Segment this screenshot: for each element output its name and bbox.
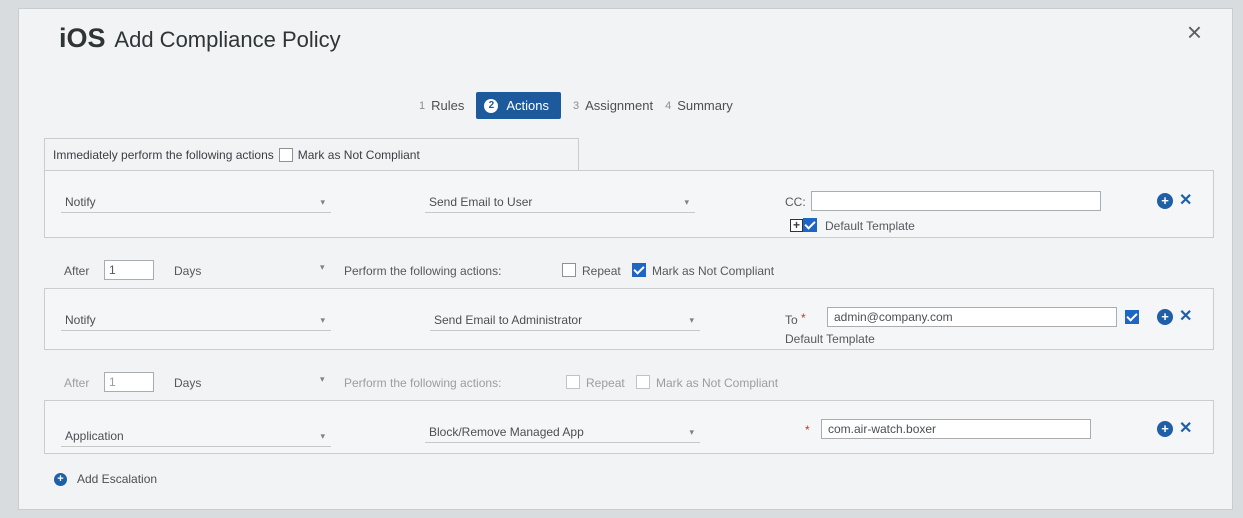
action-row-3: Application ▾ Block/Remove Managed App ▾… [44,400,1214,454]
chevron-down-icon: ▾ [320,262,325,272]
remove-action-icon[interactable]: ✕ [1179,418,1192,438]
immediate-mark-not-compliant-checkbox[interactable] [278,147,293,162]
perform-actions-label: Perform the following actions: [344,264,502,278]
step-number: 4 [665,99,672,112]
plus-circle-icon: + [54,472,67,486]
add-escalation-button[interactable]: + Add Escalation [54,472,157,486]
required-asterisk-icon: * [801,311,806,325]
after-label: After [64,264,90,278]
action-row-1: Notify ▾ Send Email to User ▾ CC: + Defa… [44,170,1214,238]
action-select[interactable]: Send Email to Administrator ▾ [430,309,700,331]
cc-input[interactable] [811,191,1101,211]
cc-label: CC: [785,195,806,209]
step-number: 2 [484,98,499,113]
after-days-input[interactable]: 1 [104,260,154,280]
mark-not-compliant-checkbox[interactable] [632,263,646,277]
chevron-down-icon: ▾ [689,315,694,325]
action-row-2: Notify ▾ Send Email to Administrator ▾ T… [44,288,1214,350]
action-type-value: Notify [65,195,96,209]
expand-plus-icon[interactable]: + [790,219,803,232]
chevron-down-icon: ▾ [320,315,325,325]
step-actions[interactable]: 2 Actions [476,92,562,119]
remove-action-icon[interactable]: ✕ [1179,306,1192,326]
step-label: Actions [506,98,550,113]
perform-actions-label: Perform the following actions: [344,376,502,390]
immediate-actions-label: Immediately perform the following action… [53,147,274,162]
days-unit-select[interactable]: Days [174,376,201,390]
repeat-label: Repeat [586,376,625,390]
chevron-down-icon: ▾ [684,197,689,207]
edit-template-checkbox[interactable] [1125,310,1139,324]
add-action-icon[interactable]: + [1157,309,1173,325]
default-template-checkbox[interactable] [803,218,817,232]
action-select[interactable]: Send Email to User ▾ [425,191,695,213]
days-unit-select[interactable]: Days [174,264,201,278]
step-summary[interactable]: 4 Summary [665,98,733,113]
chevron-down-icon: ▾ [320,431,325,441]
to-label: To [785,313,798,327]
action-value: Send Email to Administrator [434,313,583,327]
wizard-steps: 1 Rules 2 Actions 3 Assignment 4 Summary [419,92,745,119]
add-action-icon[interactable]: + [1157,421,1173,437]
add-action-icon[interactable]: + [1157,193,1173,209]
default-template-label: Default Template [825,219,915,233]
step-label: Rules [431,98,465,113]
after-label: After [64,376,90,390]
immediate-mark-not-compliant-label: Mark as Not Compliant [297,147,420,162]
repeat-checkbox[interactable] [566,375,580,389]
action-type-value: Application [65,429,124,443]
add-escalation-label: Add Escalation [77,472,158,486]
close-icon[interactable]: × [1187,17,1202,48]
step-label: Summary [677,98,733,113]
step-rules[interactable]: 1 Rules [419,98,464,113]
escalation-row-1: After 1 Days ▾ Perform the following act… [44,256,844,286]
step-assignment[interactable]: 3 Assignment [573,98,653,113]
action-type-value: Notify [65,313,96,327]
title-platform: iOS [59,23,106,53]
step-number: 3 [573,99,580,112]
title-text: Add Compliance Policy [114,27,341,52]
action-value: Block/Remove Managed App [429,425,584,439]
action-type-select[interactable]: Application ▾ [61,425,331,447]
repeat-label: Repeat [582,264,621,278]
action-type-select[interactable]: Notify ▾ [61,309,331,331]
action-select[interactable]: Block/Remove Managed App ▾ [425,421,700,443]
app-identifier-input[interactable]: com.air-watch.boxer [821,419,1091,439]
mark-not-compliant-label: Mark as Not Compliant [656,376,779,390]
action-value: Send Email to User [429,195,533,209]
escalation-row-2: After 1 Days ▾ Perform the following act… [44,368,844,398]
remove-action-icon[interactable]: ✕ [1179,190,1192,210]
dialog-title: iOS Add Compliance Policy [59,23,341,54]
chevron-down-icon: ▾ [689,427,694,437]
step-number: 1 [419,99,426,112]
action-type-select[interactable]: Notify ▾ [61,191,331,213]
to-email-input[interactable]: admin@company.com [827,307,1117,327]
repeat-checkbox[interactable] [562,263,576,277]
chevron-down-icon: ▾ [320,197,325,207]
step-label: Assignment [585,98,654,113]
chevron-down-icon: ▾ [320,374,325,384]
immediate-actions-row: Immediately perform the following action… [44,138,579,170]
after-days-input[interactable]: 1 [104,372,154,392]
required-asterisk-icon: * [805,423,810,437]
default-template-label: Default Template [785,332,875,346]
mark-not-compliant-checkbox[interactable] [636,375,650,389]
mark-not-compliant-label: Mark as Not Compliant [652,264,775,278]
